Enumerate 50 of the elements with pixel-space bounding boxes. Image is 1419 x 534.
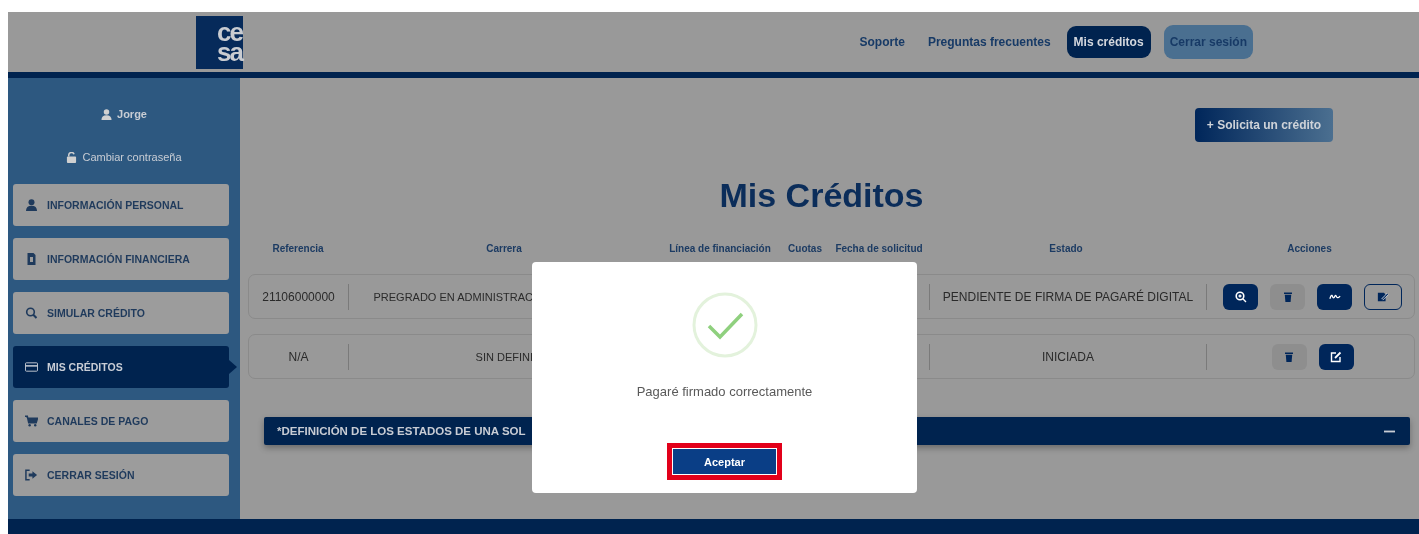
dialog-message: Pagaré firmado correctamente <box>636 384 813 399</box>
unlock-icon <box>66 151 78 163</box>
user-icon <box>25 199 38 211</box>
delete-button[interactable] <box>1271 343 1307 370</box>
column-header: Fecha de solicitud <box>834 243 924 256</box>
panel-title: *DEFINICIÓN DE LOS ESTADOS DE UNA SOL <box>277 425 526 437</box>
search-icon <box>25 307 38 319</box>
nav-link[interactable]: Mis créditos <box>1066 26 1151 58</box>
sidebar-item[interactable]: INFORMACIÓN PERSONAL <box>13 184 229 226</box>
delete-button[interactable] <box>1270 283 1305 310</box>
document-button[interactable] <box>1364 283 1402 310</box>
sidebar-item[interactable]: SIMULAR CRÉDITO <box>13 292 229 334</box>
logo[interactable]: ce sa <box>196 15 243 69</box>
column-header: Línea de financiación <box>668 243 772 256</box>
check-icon <box>691 292 758 358</box>
table-cell: INICIADA <box>929 343 1207 370</box>
sidebar-item[interactable]: INFORMACIÓN FINANCIERA <box>13 238 229 280</box>
logout-icon <box>25 469 38 481</box>
nav-link[interactable]: Preguntas frecuentes <box>920 26 1058 58</box>
view-button[interactable] <box>1223 283 1258 310</box>
trash-icon <box>1281 290 1294 303</box>
sidebar-item[interactable]: MIS CRÉDITOS <box>13 346 229 388</box>
sidebar-item[interactable]: CERRAR SESIÓN <box>13 454 229 496</box>
table-cell-text: SIN DEFINI <box>474 350 533 363</box>
trash-icon <box>1283 350 1295 363</box>
sidebar-item[interactable]: CANALES DE PAGO <box>13 400 229 442</box>
sign-button[interactable] <box>1317 283 1352 310</box>
page-title: Mis Créditos <box>718 176 925 215</box>
document-icon <box>25 253 38 265</box>
table-cell: PENDIENTE DE FIRMA DE PAGARÉ DIGITAL <box>929 283 1207 310</box>
table-cell: 21106000000 <box>249 283 349 310</box>
zoom-icon <box>1234 290 1247 303</box>
column-header: Cuotas <box>787 243 823 256</box>
user-name: Jorge <box>117 108 147 120</box>
card-icon <box>25 361 38 373</box>
accept-button[interactable]: Aceptar <box>667 443 782 480</box>
edit-button[interactable] <box>1318 343 1354 370</box>
nav-link[interactable]: Soporte <box>852 26 912 58</box>
document-edit-icon <box>1377 290 1389 303</box>
user-icon <box>101 108 112 120</box>
cart-icon <box>25 415 38 427</box>
table-cell: N/A <box>249 343 349 370</box>
column-header: Carrera <box>485 243 523 256</box>
table-cell-text: PREGRADO EN ADMINISTRAC <box>372 290 533 303</box>
column-header: Acciones <box>1286 243 1333 256</box>
edit-icon <box>1330 350 1342 363</box>
new-credit-button[interactable]: + Solicita un crédito <box>1195 108 1333 142</box>
column-header: Referencia <box>271 243 325 256</box>
column-header: Estado <box>1048 243 1084 256</box>
change-password-link[interactable]: Cambiar contraseña <box>82 151 182 163</box>
